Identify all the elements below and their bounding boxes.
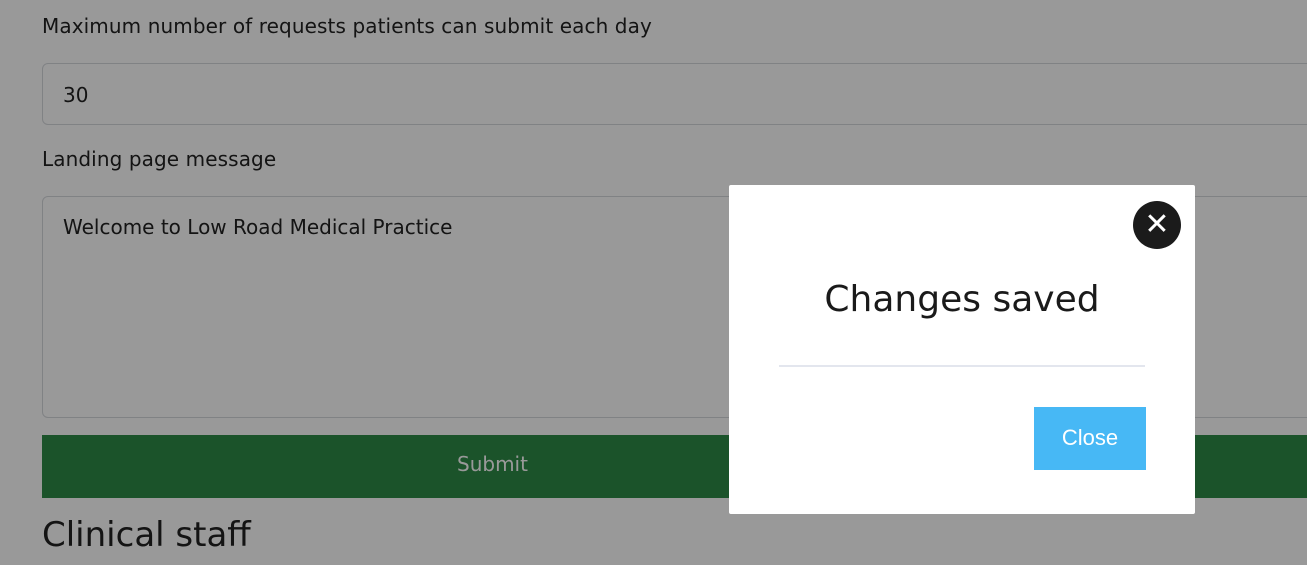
changes-saved-dialog: ✕ Changes saved Close bbox=[729, 185, 1195, 514]
close-icon[interactable]: ✕ bbox=[1133, 201, 1181, 249]
close-button[interactable]: Close bbox=[1034, 407, 1146, 470]
close-button-label: Close bbox=[1061, 425, 1119, 450]
close-glyph: ✕ bbox=[1144, 207, 1170, 242]
page: Maximum number of requests patients can … bbox=[0, 0, 1307, 565]
dialog-divider bbox=[779, 365, 1145, 367]
dialog-title: Changes saved bbox=[824, 279, 1100, 320]
